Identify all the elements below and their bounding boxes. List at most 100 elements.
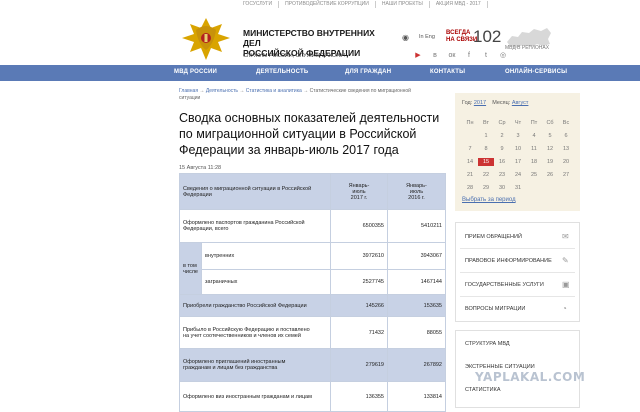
- twitter-icon[interactable]: t: [482, 52, 490, 60]
- table-header-row: Сведения о миграционной ситуации в Росси…: [179, 173, 446, 210]
- nav-item-citizens[interactable]: ДЛЯ ГРАЖДАН: [345, 69, 391, 75]
- divider: [460, 272, 575, 273]
- breadcrumb: Главная → Деятельность → Статистика и ан…: [179, 88, 449, 101]
- language-switch[interactable]: In Eng: [419, 34, 435, 40]
- row-value-2017: 71432: [330, 316, 388, 349]
- calendar-day[interactable]: 3: [510, 132, 526, 140]
- row-value-2016: 133814: [387, 381, 446, 412]
- hotline-number[interactable]: 102: [473, 27, 501, 47]
- calendar-day[interactable]: 9: [494, 145, 510, 153]
- calendar-day[interactable]: 19: [542, 158, 558, 166]
- nav-item-mvd[interactable]: МВД РОССИИ: [174, 69, 217, 75]
- odnoklassniki-icon[interactable]: ок: [448, 52, 456, 60]
- calendar-day[interactable]: 30: [494, 184, 510, 192]
- accessibility-eye-icon[interactable]: ◉: [402, 33, 409, 42]
- row-label: Оформлено приглашений иностранным гражда…: [179, 348, 331, 382]
- calendar-day[interactable]: 17: [510, 158, 526, 166]
- calendar-day[interactable]: 16: [494, 158, 510, 166]
- top-link-action[interactable]: АКЦИЯ МВД - 2017: [430, 1, 488, 8]
- calendar-day[interactable]: 21: [462, 171, 478, 179]
- calendar-day[interactable]: 6: [558, 132, 574, 140]
- table-header-2016: Январь- июль 2016 г.: [387, 173, 446, 210]
- top-link-projects[interactable]: НАШИ ПРОЕКТЫ: [376, 1, 430, 8]
- service-legal-info[interactable]: ПРАВОВОЕ ИНФОРМИРОВАНИЕ: [465, 258, 552, 264]
- calendar-day[interactable]: 14: [462, 158, 478, 166]
- service-appeals[interactable]: ПРИЕМ ОБРАЩЕНИЙ: [465, 234, 522, 240]
- weekday-label: Чт: [514, 120, 522, 126]
- calendar-grid: Пн Вт Ср Чт Пт Сб Вс 1 2 3 4 5 6 7 8 9 10 11 12 13 14…: [462, 119, 574, 192]
- top-links: ГОСУСЛУГИ ПРОТИВОДЕЙСТВИЕ КОРРУПЦИИ НАШИ…: [243, 1, 488, 8]
- row-value-2016: 267892: [387, 348, 446, 382]
- top-strip: ГОСУСЛУГИ ПРОТИВОДЕЙСТВИЕ КОРРУПЦИИ НАШИ…: [0, 0, 640, 10]
- youtube-icon[interactable]: ▶: [414, 52, 422, 60]
- motto: СЛУЖИМ РОССИИ, СЛУЖИМ ЗАКОНУ!: [243, 53, 346, 59]
- row-label: Оформлено виз иностранным гражданам и ли…: [179, 381, 331, 412]
- breadcrumb-current: Статистические сведения по миграционной: [309, 88, 411, 94]
- row-label: заграничных: [201, 269, 331, 295]
- top-link-gosuslugi[interactable]: ГОСУСЛУГИ: [243, 1, 280, 8]
- calendar-day[interactable]: 8: [478, 145, 494, 153]
- regions-link[interactable]: МВД В РЕГИОНАХ: [505, 45, 549, 51]
- table-row: Оформлено паспортов гражданина Российско…: [179, 209, 446, 243]
- service-migration[interactable]: ВОПРОСЫ МИГРАЦИИ: [465, 306, 525, 312]
- month-select[interactable]: Август: [512, 100, 529, 106]
- year-select[interactable]: 2017: [474, 100, 486, 106]
- calendar-day[interactable]: 26: [542, 171, 558, 179]
- calendar-day[interactable]: 18: [526, 158, 542, 166]
- weekday-label: Пн: [466, 120, 474, 126]
- calendar-day[interactable]: 15: [478, 158, 494, 166]
- row-label: Приобрели гражданство Российской Федерац…: [179, 294, 331, 317]
- calendar-day[interactable]: 7: [462, 145, 478, 153]
- calendar-day[interactable]: 10: [510, 145, 526, 153]
- row-value-2016: 88055: [387, 316, 446, 349]
- nav-item-contacts[interactable]: КОНТАКТЫ: [430, 69, 465, 75]
- divider: [460, 296, 575, 297]
- gov-services-icon: ▣: [562, 280, 570, 289]
- calendar-day[interactable]: 24: [510, 171, 526, 179]
- row-value-2017: 279619: [330, 348, 388, 382]
- calendar-day[interactable]: 11: [526, 145, 542, 153]
- weekday-label: Пт: [530, 120, 538, 126]
- calendar-day[interactable]: 23: [494, 171, 510, 179]
- row-value-2016: 153635: [387, 294, 446, 317]
- calendar-day[interactable]: 1: [478, 132, 494, 140]
- breadcrumb-statistics[interactable]: Статистика и аналитика: [246, 88, 302, 94]
- calendar-day[interactable]: 22: [478, 171, 494, 179]
- calendar-day[interactable]: 13: [558, 145, 574, 153]
- site-header: МИНИСТЕРСТВО ВНУТРЕННИХ ДЕЛ РОССИЙСКОЙ Ф…: [0, 10, 640, 65]
- link-statistics[interactable]: СТАТИСТИКА: [465, 387, 501, 393]
- vk-icon[interactable]: в: [431, 52, 439, 60]
- nav-item-activity[interactable]: ДЕЯТЕЛЬНОСТЬ: [256, 69, 308, 75]
- calendar-day[interactable]: 25: [526, 171, 542, 179]
- page-title-line2: по миграционной ситуации в Российской: [179, 127, 417, 141]
- link-mvd-structure[interactable]: СТРУКТУРА МВД: [465, 341, 510, 347]
- appeals-icon: ✉: [562, 232, 569, 241]
- stats-table: Сведения о миграционной ситуации в Росси…: [179, 173, 446, 412]
- breadcrumb-home[interactable]: Главная: [179, 88, 198, 94]
- calendar-day[interactable]: 20: [558, 158, 574, 166]
- emblem-logo[interactable]: [178, 16, 234, 62]
- page-title: Сводка основных показателей деятельности…: [179, 110, 449, 158]
- facebook-icon[interactable]: f: [465, 52, 473, 60]
- calendar-day[interactable]: 27: [558, 171, 574, 179]
- nav-item-online-services[interactable]: ОНЛАЙН-СЕРВИСЫ: [505, 69, 567, 75]
- structure-panel: СТРУКТУРА МВД ЭКСТРЕННЫЕ СИТУАЦИИ СТАТИС…: [455, 330, 580, 408]
- legal-info-icon: ✎: [562, 256, 569, 265]
- calendar-day[interactable]: 4: [526, 132, 542, 140]
- page-title-line1: Сводка основных показателей деятельности: [179, 111, 440, 125]
- table-row: Оформлено виз иностранным гражданам и ли…: [179, 381, 446, 412]
- calendar-day[interactable]: 31: [510, 184, 526, 192]
- service-gov-services[interactable]: ГОСУДАРСТВЕННЫЕ УСЛУГИ: [465, 282, 544, 288]
- calendar-blank: [526, 184, 542, 192]
- top-link-corruption[interactable]: ПРОТИВОДЕЙСТВИЕ КОРРУПЦИИ: [279, 1, 376, 8]
- breadcrumb-activity[interactable]: Деятельность: [206, 88, 238, 94]
- services-panel: ПРИЕМ ОБРАЩЕНИЙ ✉ ПРАВОВОЕ ИНФОРМИРОВАНИ…: [455, 222, 580, 322]
- calendar-day[interactable]: 12: [542, 145, 558, 153]
- calendar-day[interactable]: 5: [542, 132, 558, 140]
- calendar-day[interactable]: 2: [494, 132, 510, 140]
- choose-period-link[interactable]: Выбрать за период: [462, 197, 516, 203]
- weekday-label: Ср: [498, 120, 506, 126]
- calendar-day[interactable]: 28: [462, 184, 478, 192]
- row-value-2017: 3972610: [330, 242, 388, 270]
- calendar-day[interactable]: 29: [478, 184, 494, 192]
